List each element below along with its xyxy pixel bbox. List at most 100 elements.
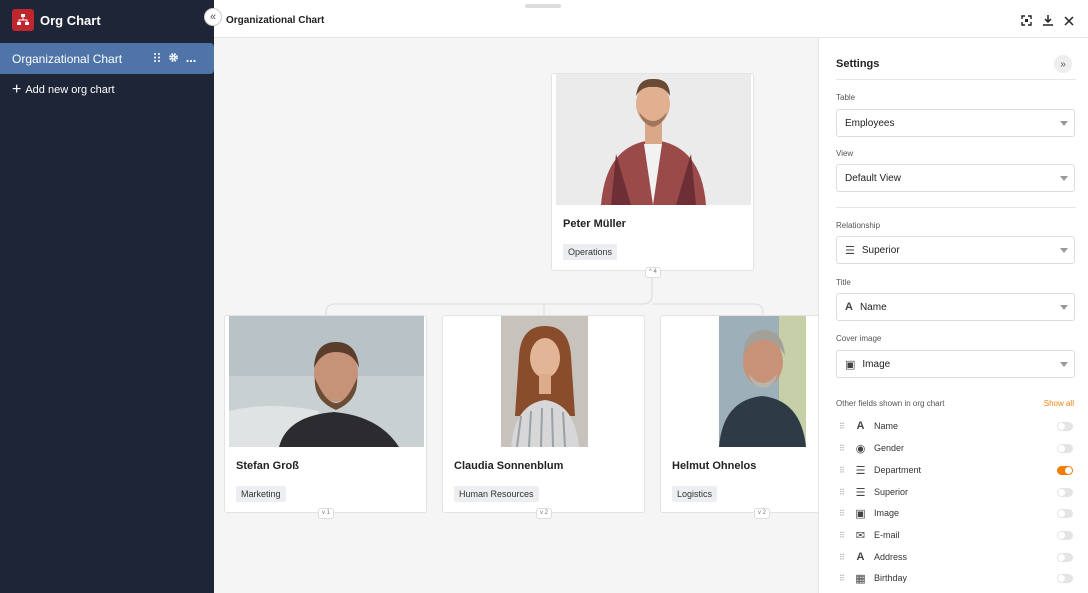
sidebar-item-label: Organizational Chart [12, 51, 123, 66]
org-card-child[interactable]: Stefan Groß Marketing [224, 315, 427, 513]
card-department-tag: Logistics [672, 486, 718, 502]
expand-children-button[interactable]: v 2 [536, 508, 553, 519]
drag-handle-icon[interactable]: ⠿ [839, 488, 852, 497]
field-toggle[interactable] [1057, 422, 1073, 431]
card-department-tag: Marketing [236, 486, 286, 502]
table-label: Table [836, 93, 856, 102]
cover-image-select-value: Image [862, 358, 891, 370]
plus-icon: + [12, 81, 22, 98]
field-toggle[interactable] [1057, 444, 1073, 453]
sidebar-item-organizational-chart[interactable]: Organizational Chart [0, 43, 214, 74]
table-select-value: Employees [845, 117, 895, 129]
field-toggle[interactable] [1057, 488, 1073, 497]
children-count: 2 [544, 510, 549, 516]
field-label: E-mail [874, 530, 900, 540]
show-all-link[interactable]: Show all [1044, 399, 1074, 408]
title-select-value: Name [859, 301, 887, 313]
add-new-org-chart-button[interactable]: + Add new org chart [12, 81, 115, 98]
avatar [229, 316, 424, 447]
field-row-address: ⠿ A Address [839, 549, 1075, 565]
title-select[interactable]: A Name [836, 293, 1075, 321]
children-count: 4 [653, 269, 657, 275]
gear-icon[interactable] [168, 52, 179, 66]
field-toggle[interactable] [1057, 466, 1073, 475]
double-chevron-left-icon: « [209, 11, 217, 23]
more-options-icon[interactable] [186, 52, 196, 66]
field-row-birthday: ⠿ ▦ Birthday [839, 570, 1075, 586]
org-card-child[interactable]: Claudia Sonnenblum Human Resources [442, 315, 645, 513]
org-chart-canvas[interactable]: Peter Müller Operations ^ 4 Stefan Groß … [214, 38, 818, 593]
field-label: Superior [874, 487, 909, 497]
card-department-tag: Operations [563, 244, 618, 260]
field-row-gender: ⠿ ◉ Gender [839, 440, 1075, 456]
chevron-up-icon: ^ [649, 269, 652, 275]
add-new-org-chart-label: Add new org chart [25, 84, 115, 96]
settings-title: Settings [836, 58, 880, 70]
chevron-down-icon: v [758, 510, 761, 516]
caret-down-icon [1060, 362, 1068, 367]
org-card-root[interactable]: Peter Müller Operations [551, 73, 754, 271]
drag-handle-icon[interactable]: ⠿ [839, 444, 852, 453]
link-icon: ☰ [855, 486, 866, 499]
drag-handle-icon[interactable]: ⠿ [839, 574, 852, 583]
field-label: Birthday [874, 573, 908, 583]
avatar [501, 316, 588, 447]
field-row-name: ⠿ A Name [839, 418, 1075, 434]
drag-handle-icon[interactable]: ⠿ [839, 509, 852, 518]
relationship-select[interactable]: ☰ Superior [836, 236, 1075, 264]
expand-children-button[interactable]: v 1 [318, 508, 335, 519]
field-toggle[interactable] [1057, 509, 1073, 518]
org-card-child[interactable]: Helmut Ohnelos Logistics [660, 315, 818, 513]
relationship-label: Relationship [836, 221, 881, 230]
drag-handle-icon[interactable] [153, 52, 161, 66]
caret-down-icon [1060, 305, 1068, 310]
text-icon: A [845, 301, 853, 313]
children-count: 2 [762, 510, 767, 516]
relationship-select-value: Superior [861, 244, 900, 256]
field-toggle[interactable] [1057, 531, 1073, 540]
double-chevron-right-icon: » [1060, 58, 1066, 70]
calendar-icon: ▦ [855, 572, 866, 585]
caret-down-icon [1060, 176, 1068, 181]
drag-handle-icon[interactable]: ⠿ [839, 466, 852, 475]
collapse-settings-button[interactable]: » [1054, 55, 1072, 73]
expand-children-button[interactable]: ^ 4 [645, 267, 661, 278]
sidebar-header: Org Chart [0, 0, 214, 40]
caret-down-icon [1060, 121, 1068, 126]
field-row-image: ⠿ ▣ Image [839, 505, 1075, 521]
fullscreen-icon[interactable] [1021, 13, 1032, 31]
view-select-value: Default View [845, 172, 901, 184]
chevron-down-icon: v [540, 510, 543, 516]
collapse-sidebar-button[interactable]: « [204, 8, 222, 26]
field-label: Address [874, 552, 908, 562]
card-name: Helmut Ohnelos [672, 460, 757, 472]
divider [836, 79, 1076, 80]
drag-handle-icon[interactable]: ⠿ [839, 422, 852, 431]
card-name: Stefan Groß [236, 460, 299, 472]
view-select[interactable]: Default View [836, 164, 1075, 192]
chevron-down-icon: v [322, 510, 325, 516]
view-label: View [836, 149, 854, 158]
field-row-superior: ⠿ ☰ Superior [839, 484, 1075, 500]
other-fields-label: Other fields shown in org chart [836, 399, 945, 408]
field-toggle[interactable] [1057, 553, 1073, 562]
panel-drag-handle[interactable] [525, 4, 561, 8]
org-chart-logo-icon [12, 9, 34, 31]
expand-children-button[interactable]: v 2 [754, 508, 771, 519]
drag-handle-icon[interactable]: ⠿ [839, 553, 852, 562]
download-icon[interactable] [1042, 13, 1054, 31]
avatar [556, 74, 751, 205]
settings-panel: Settings » Table Employees View Default … [818, 38, 1088, 593]
cover-image-select[interactable]: ▣ Image [836, 350, 1075, 378]
children-count: 1 [326, 510, 331, 516]
title-label: Title [836, 278, 851, 287]
field-toggle[interactable] [1057, 574, 1073, 583]
card-name: Peter Müller [563, 218, 626, 230]
close-icon[interactable] [1064, 13, 1074, 31]
field-row-email: ⠿ ✉ E-mail [839, 527, 1075, 543]
table-select[interactable]: Employees [836, 109, 1075, 137]
field-label: Image [874, 508, 900, 518]
sidebar: Org Chart Organizational Chart + Add new… [0, 0, 214, 593]
cover-image-label: Cover image [836, 334, 882, 343]
drag-handle-icon[interactable]: ⠿ [839, 531, 852, 540]
